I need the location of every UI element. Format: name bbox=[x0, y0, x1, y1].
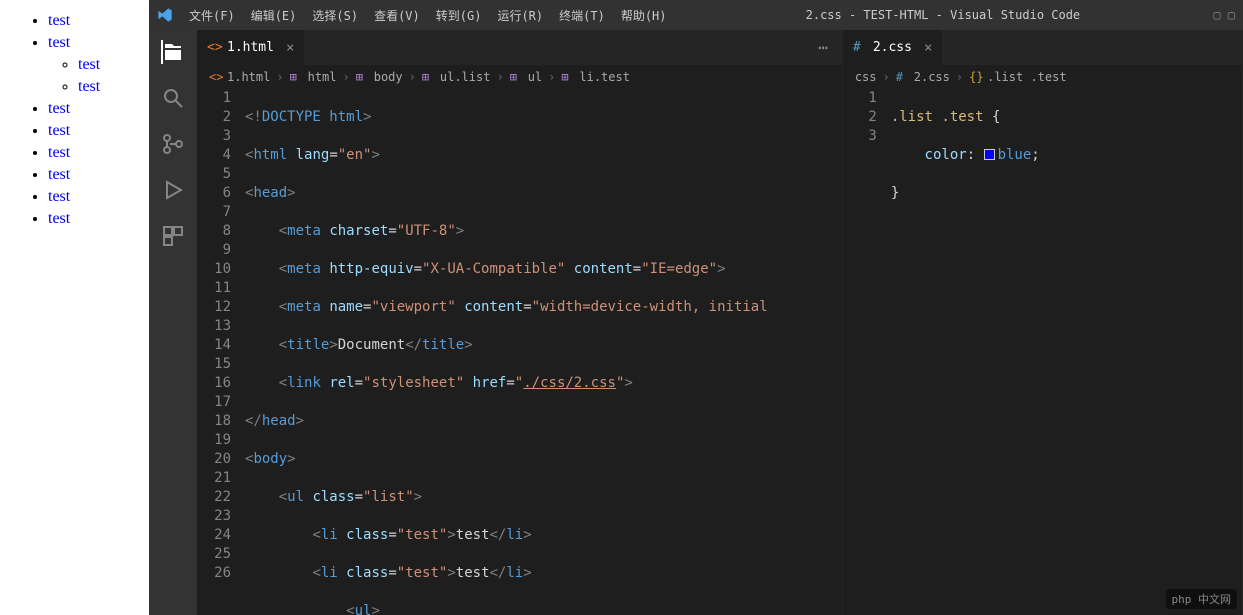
close-icon[interactable]: × bbox=[924, 40, 932, 56]
breadcrumb-item[interactable]: css bbox=[855, 70, 877, 84]
menu-bar: 文件(F) 编辑(E) 选择(S) 查看(V) 转到(G) 运行(R) 终端(T… bbox=[183, 5, 673, 26]
menu-view[interactable]: 查看(V) bbox=[368, 5, 426, 26]
code-editor-right[interactable]: 123 .list .test { color: blue; } bbox=[843, 89, 1242, 615]
menu-go[interactable]: 转到(G) bbox=[430, 5, 488, 26]
close-icon[interactable]: × bbox=[286, 40, 294, 56]
symbol-icon: ⊞ bbox=[290, 70, 304, 84]
vscode-logo-icon bbox=[157, 7, 173, 23]
code-content[interactable]: <!DOCTYPE html> <html lang="en"> <head> … bbox=[245, 89, 782, 615]
list-item: test bbox=[48, 120, 149, 142]
symbol-icon: ⊞ bbox=[356, 70, 370, 84]
list-item: test bbox=[78, 76, 149, 98]
explorer-icon[interactable] bbox=[161, 40, 185, 64]
line-numbers: 123 bbox=[843, 89, 891, 615]
tab-bar-right: # 2.css × bbox=[843, 30, 1242, 65]
editor-pane-left: <> 1.html × ⋯ <> 1.html› ⊞ html› ⊞ body› bbox=[197, 30, 843, 615]
menu-selection[interactable]: 选择(S) bbox=[306, 5, 364, 26]
breadcrumb-item[interactable]: html bbox=[308, 70, 337, 84]
breadcrumb-right[interactable]: css› # 2.css› {} .list .test bbox=[843, 65, 1242, 89]
title-bar: 文件(F) 编辑(E) 选择(S) 查看(V) 转到(G) 运行(R) 终端(T… bbox=[149, 0, 1243, 30]
menu-run[interactable]: 运行(R) bbox=[491, 5, 549, 26]
menu-help[interactable]: 帮助(H) bbox=[615, 5, 673, 26]
breadcrumb-item[interactable]: 1.html bbox=[227, 70, 270, 84]
menu-terminal[interactable]: 终端(T) bbox=[553, 5, 611, 26]
css-file-icon: # bbox=[896, 70, 910, 84]
layout-controls[interactable]: ▢ ▢ bbox=[1213, 8, 1235, 22]
extensions-icon[interactable] bbox=[161, 224, 185, 248]
breadcrumb-item[interactable]: 2.css bbox=[914, 70, 950, 84]
editor-pane-right: # 2.css × css› # 2.css› {} .list .test bbox=[843, 30, 1243, 615]
html-file-icon: <> bbox=[207, 40, 221, 55]
browser-preview: test test test test test test test test … bbox=[0, 0, 149, 615]
search-icon[interactable] bbox=[161, 86, 185, 110]
list-item: test bbox=[48, 98, 149, 120]
breadcrumb-item[interactable]: .list .test bbox=[987, 70, 1066, 84]
menu-file[interactable]: 文件(F) bbox=[183, 5, 241, 26]
vscode-window: 文件(F) 编辑(E) 选择(S) 查看(V) 转到(G) 运行(R) 终端(T… bbox=[149, 0, 1243, 615]
color-swatch-icon bbox=[984, 149, 995, 160]
watermark: php 中文网 bbox=[1166, 589, 1238, 609]
menu-edit[interactable]: 编辑(E) bbox=[245, 5, 303, 26]
symbol-icon: ⊞ bbox=[561, 70, 575, 84]
minimap[interactable] bbox=[782, 89, 842, 615]
breadcrumb-item[interactable]: ul.list bbox=[440, 70, 491, 84]
list-item: test bbox=[48, 10, 149, 32]
breadcrumb-left[interactable]: <> 1.html› ⊞ html› ⊞ body› ⊞ ul.list› ⊞ … bbox=[197, 65, 842, 89]
activity-bar bbox=[149, 30, 197, 615]
symbol-icon: ⊞ bbox=[422, 70, 436, 84]
tab-bar-left: <> 1.html × ⋯ bbox=[197, 30, 842, 65]
tab-label: 1.html bbox=[227, 40, 274, 55]
breadcrumb-item[interactable]: body bbox=[374, 70, 403, 84]
code-content[interactable]: .list .test { color: blue; } bbox=[891, 89, 1242, 615]
tab-2css[interactable]: # 2.css × bbox=[843, 30, 943, 65]
list-item: test bbox=[48, 208, 149, 230]
rendered-list: test test test test test test test test … bbox=[28, 10, 149, 230]
breadcrumb-item[interactable]: li.test bbox=[579, 70, 630, 84]
tab-label: 2.css bbox=[873, 40, 912, 55]
editor-actions-more-icon[interactable]: ⋯ bbox=[818, 38, 842, 57]
list-item: test bbox=[48, 32, 149, 54]
list-item: test bbox=[48, 186, 149, 208]
tab-1html[interactable]: <> 1.html × bbox=[197, 30, 304, 65]
window-title: 2.css - TEST-HTML - Visual Studio Code bbox=[673, 8, 1214, 22]
symbol-icon: {} bbox=[969, 70, 983, 84]
symbol-icon: ⊞ bbox=[510, 70, 524, 84]
run-debug-icon[interactable] bbox=[161, 178, 185, 202]
breadcrumb-item[interactable]: ul bbox=[528, 70, 542, 84]
html-file-icon: <> bbox=[209, 70, 223, 84]
line-numbers: 1234567891011121314151617181920212223242… bbox=[197, 89, 245, 615]
css-file-icon: # bbox=[853, 40, 867, 55]
list-item: test bbox=[48, 142, 149, 164]
list-item: test bbox=[78, 54, 149, 76]
list-item: test bbox=[48, 164, 149, 186]
source-control-icon[interactable] bbox=[161, 132, 185, 156]
code-editor-left[interactable]: 1234567891011121314151617181920212223242… bbox=[197, 89, 842, 615]
